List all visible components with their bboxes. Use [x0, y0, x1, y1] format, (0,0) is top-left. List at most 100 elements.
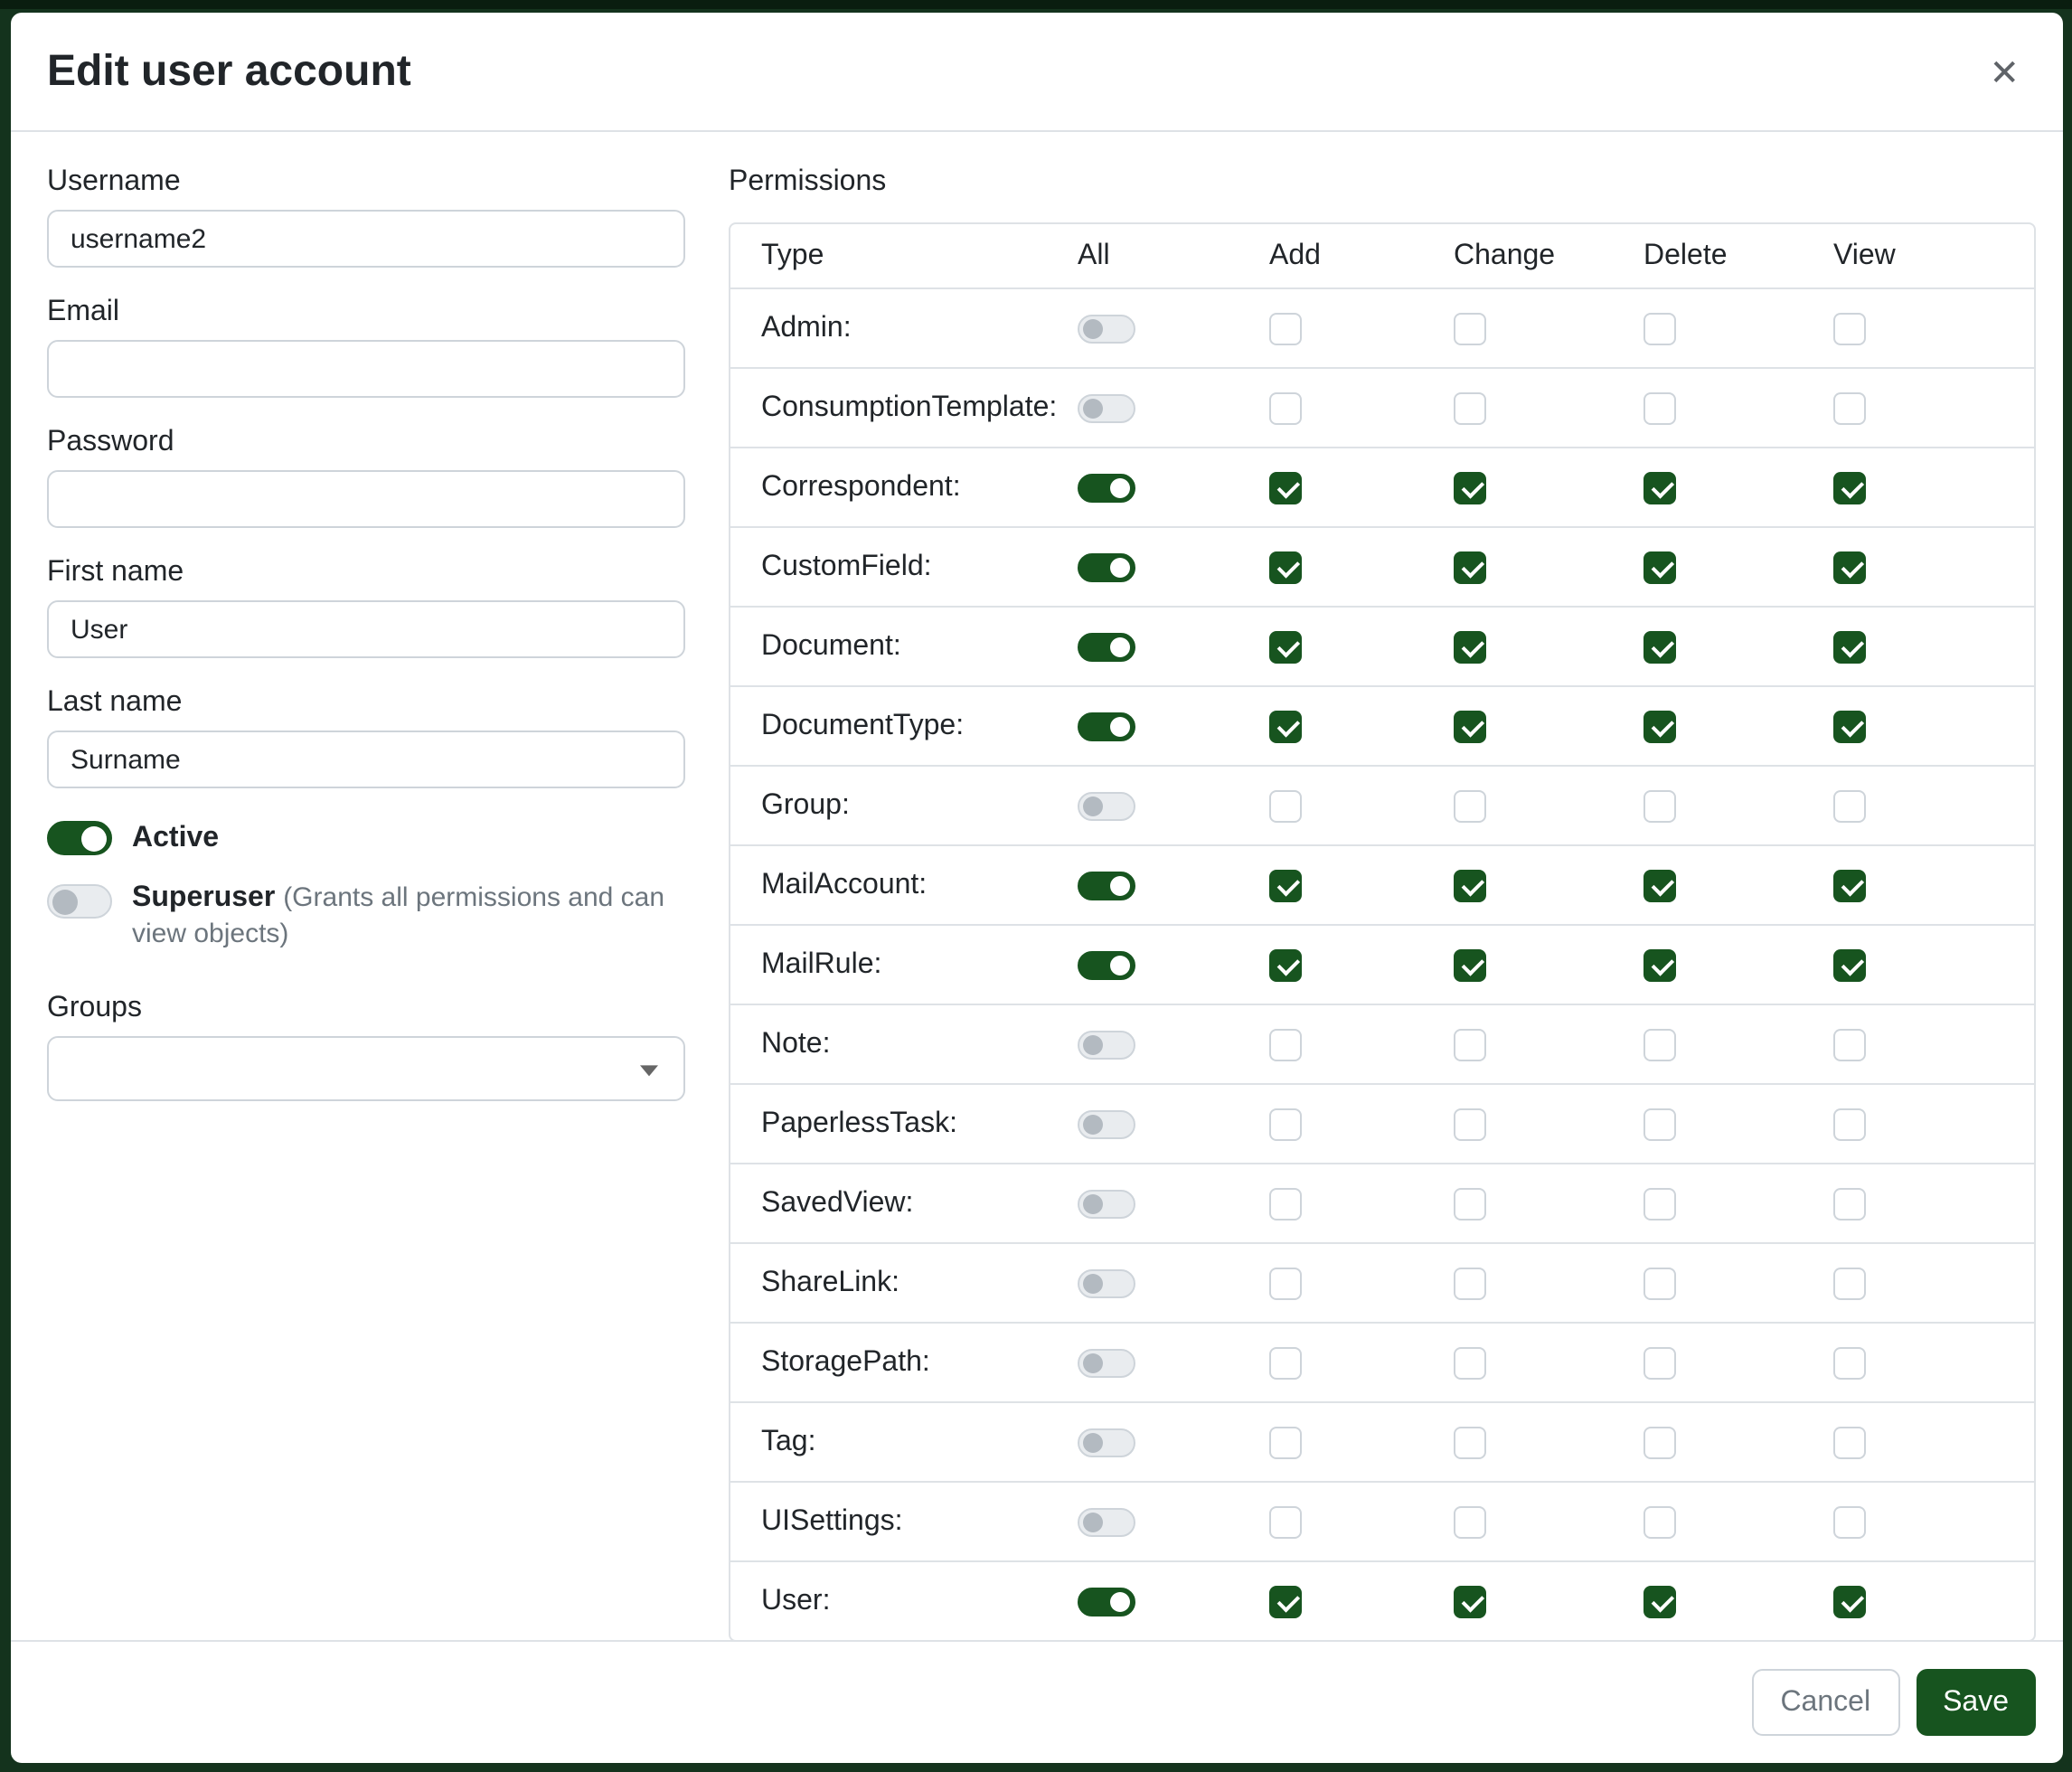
perm-all-toggle[interactable] [1078, 1268, 1135, 1297]
perm-add-checkbox[interactable] [1269, 1505, 1302, 1538]
perm-all-toggle[interactable] [1078, 1030, 1135, 1059]
perm-add-checkbox[interactable] [1269, 1267, 1302, 1299]
perm-change-checkbox[interactable] [1454, 789, 1486, 822]
perm-delete-checkbox[interactable] [1643, 789, 1676, 822]
perm-all-toggle[interactable] [1078, 950, 1135, 979]
perm-all-toggle[interactable] [1078, 393, 1135, 422]
perm-view-checkbox[interactable] [1833, 471, 1866, 504]
perm-change-checkbox[interactable] [1454, 1346, 1486, 1379]
perm-change-checkbox[interactable] [1454, 1108, 1486, 1140]
perm-change-checkbox[interactable] [1454, 1187, 1486, 1220]
perm-add-checkbox[interactable] [1269, 789, 1302, 822]
perm-all-toggle[interactable] [1078, 632, 1135, 661]
perm-change-checkbox[interactable] [1454, 1426, 1486, 1458]
perm-view-checkbox[interactable] [1833, 1346, 1866, 1379]
save-button[interactable]: Save [1916, 1669, 2036, 1736]
perm-add-checkbox[interactable] [1269, 1585, 1302, 1617]
perm-delete-checkbox[interactable] [1643, 1187, 1676, 1220]
perm-delete-checkbox[interactable] [1643, 551, 1676, 583]
perm-add-checkbox[interactable] [1269, 1187, 1302, 1220]
perm-change-checkbox[interactable] [1454, 471, 1486, 504]
perm-all-toggle[interactable] [1078, 1428, 1135, 1456]
perm-change-checkbox[interactable] [1454, 630, 1486, 663]
perm-view-checkbox[interactable] [1833, 1108, 1866, 1140]
perm-delete-checkbox[interactable] [1643, 630, 1676, 663]
perm-add-checkbox[interactable] [1269, 551, 1302, 583]
perm-change-checkbox[interactable] [1454, 710, 1486, 742]
perm-all-toggle[interactable] [1078, 473, 1135, 502]
perm-all-toggle[interactable] [1078, 871, 1135, 900]
modal-footer: Cancel Save [11, 1640, 2063, 1763]
perm-change-checkbox[interactable] [1454, 948, 1486, 981]
superuser-toggle[interactable] [47, 884, 112, 919]
perm-all-toggle[interactable] [1078, 314, 1135, 343]
perm-view-checkbox[interactable] [1833, 869, 1866, 901]
perm-cell [1833, 869, 2034, 901]
password-field[interactable] [47, 470, 685, 528]
perm-view-checkbox[interactable] [1833, 948, 1866, 981]
perm-view-checkbox[interactable] [1833, 551, 1866, 583]
first-name-field[interactable] [47, 600, 685, 658]
perm-all-toggle[interactable] [1078, 791, 1135, 820]
groups-select[interactable] [47, 1036, 685, 1101]
perm-view-checkbox[interactable] [1833, 1267, 1866, 1299]
perm-delete-checkbox[interactable] [1643, 312, 1676, 344]
last-name-field[interactable] [47, 730, 685, 788]
perm-view-checkbox[interactable] [1833, 1505, 1866, 1538]
perm-change-checkbox[interactable] [1454, 551, 1486, 583]
perm-delete-checkbox[interactable] [1643, 1505, 1676, 1538]
perm-delete-checkbox[interactable] [1643, 869, 1676, 901]
perm-all-toggle[interactable] [1078, 712, 1135, 740]
perm-delete-checkbox[interactable] [1643, 710, 1676, 742]
perm-all-toggle[interactable] [1078, 1109, 1135, 1138]
username-input[interactable] [47, 210, 685, 268]
perm-delete-checkbox[interactable] [1643, 1346, 1676, 1379]
perm-delete-checkbox[interactable] [1643, 948, 1676, 981]
perm-add-checkbox[interactable] [1269, 948, 1302, 981]
perm-add-checkbox[interactable] [1269, 1426, 1302, 1458]
perm-change-checkbox[interactable] [1454, 869, 1486, 901]
perm-view-checkbox[interactable] [1833, 1426, 1866, 1458]
email-field[interactable] [47, 340, 685, 398]
perm-all-toggle[interactable] [1078, 552, 1135, 581]
perm-add-checkbox[interactable] [1269, 710, 1302, 742]
perm-view-checkbox[interactable] [1833, 710, 1866, 742]
perm-view-checkbox[interactable] [1833, 630, 1866, 663]
perm-view-checkbox[interactable] [1833, 1585, 1866, 1617]
perm-view-checkbox[interactable] [1833, 1187, 1866, 1220]
perm-all-toggle[interactable] [1078, 1587, 1135, 1616]
perm-add-checkbox[interactable] [1269, 1346, 1302, 1379]
modal-body: Username Email Password First name Last [11, 132, 2063, 1640]
perm-all-toggle[interactable] [1078, 1189, 1135, 1218]
close-icon[interactable]: ✕ [1982, 46, 2027, 97]
perm-delete-checkbox[interactable] [1643, 471, 1676, 504]
perm-change-checkbox[interactable] [1454, 1585, 1486, 1617]
perm-all-toggle[interactable] [1078, 1348, 1135, 1377]
perm-view-checkbox[interactable] [1833, 789, 1866, 822]
perm-add-checkbox[interactable] [1269, 1108, 1302, 1140]
perm-change-checkbox[interactable] [1454, 312, 1486, 344]
perm-delete-checkbox[interactable] [1643, 391, 1676, 424]
perm-cell [1833, 391, 2034, 424]
perm-view-checkbox[interactable] [1833, 1028, 1866, 1060]
cancel-button[interactable]: Cancel [1751, 1669, 1899, 1736]
perm-view-checkbox[interactable] [1833, 391, 1866, 424]
perm-delete-checkbox[interactable] [1643, 1585, 1676, 1617]
perm-add-checkbox[interactable] [1269, 1028, 1302, 1060]
perm-delete-checkbox[interactable] [1643, 1108, 1676, 1140]
perm-change-checkbox[interactable] [1454, 1505, 1486, 1538]
perm-change-checkbox[interactable] [1454, 1267, 1486, 1299]
perm-add-checkbox[interactable] [1269, 869, 1302, 901]
perm-delete-checkbox[interactable] [1643, 1028, 1676, 1060]
perm-add-checkbox[interactable] [1269, 312, 1302, 344]
active-toggle[interactable] [47, 821, 112, 855]
perm-view-checkbox[interactable] [1833, 312, 1866, 344]
perm-add-checkbox[interactable] [1269, 630, 1302, 663]
perm-change-checkbox[interactable] [1454, 391, 1486, 424]
perm-add-checkbox[interactable] [1269, 391, 1302, 424]
perm-all-toggle[interactable] [1078, 1507, 1135, 1536]
perm-delete-checkbox[interactable] [1643, 1267, 1676, 1299]
perm-change-checkbox[interactable] [1454, 1028, 1486, 1060]
perm-delete-checkbox[interactable] [1643, 1426, 1676, 1458]
perm-add-checkbox[interactable] [1269, 471, 1302, 504]
